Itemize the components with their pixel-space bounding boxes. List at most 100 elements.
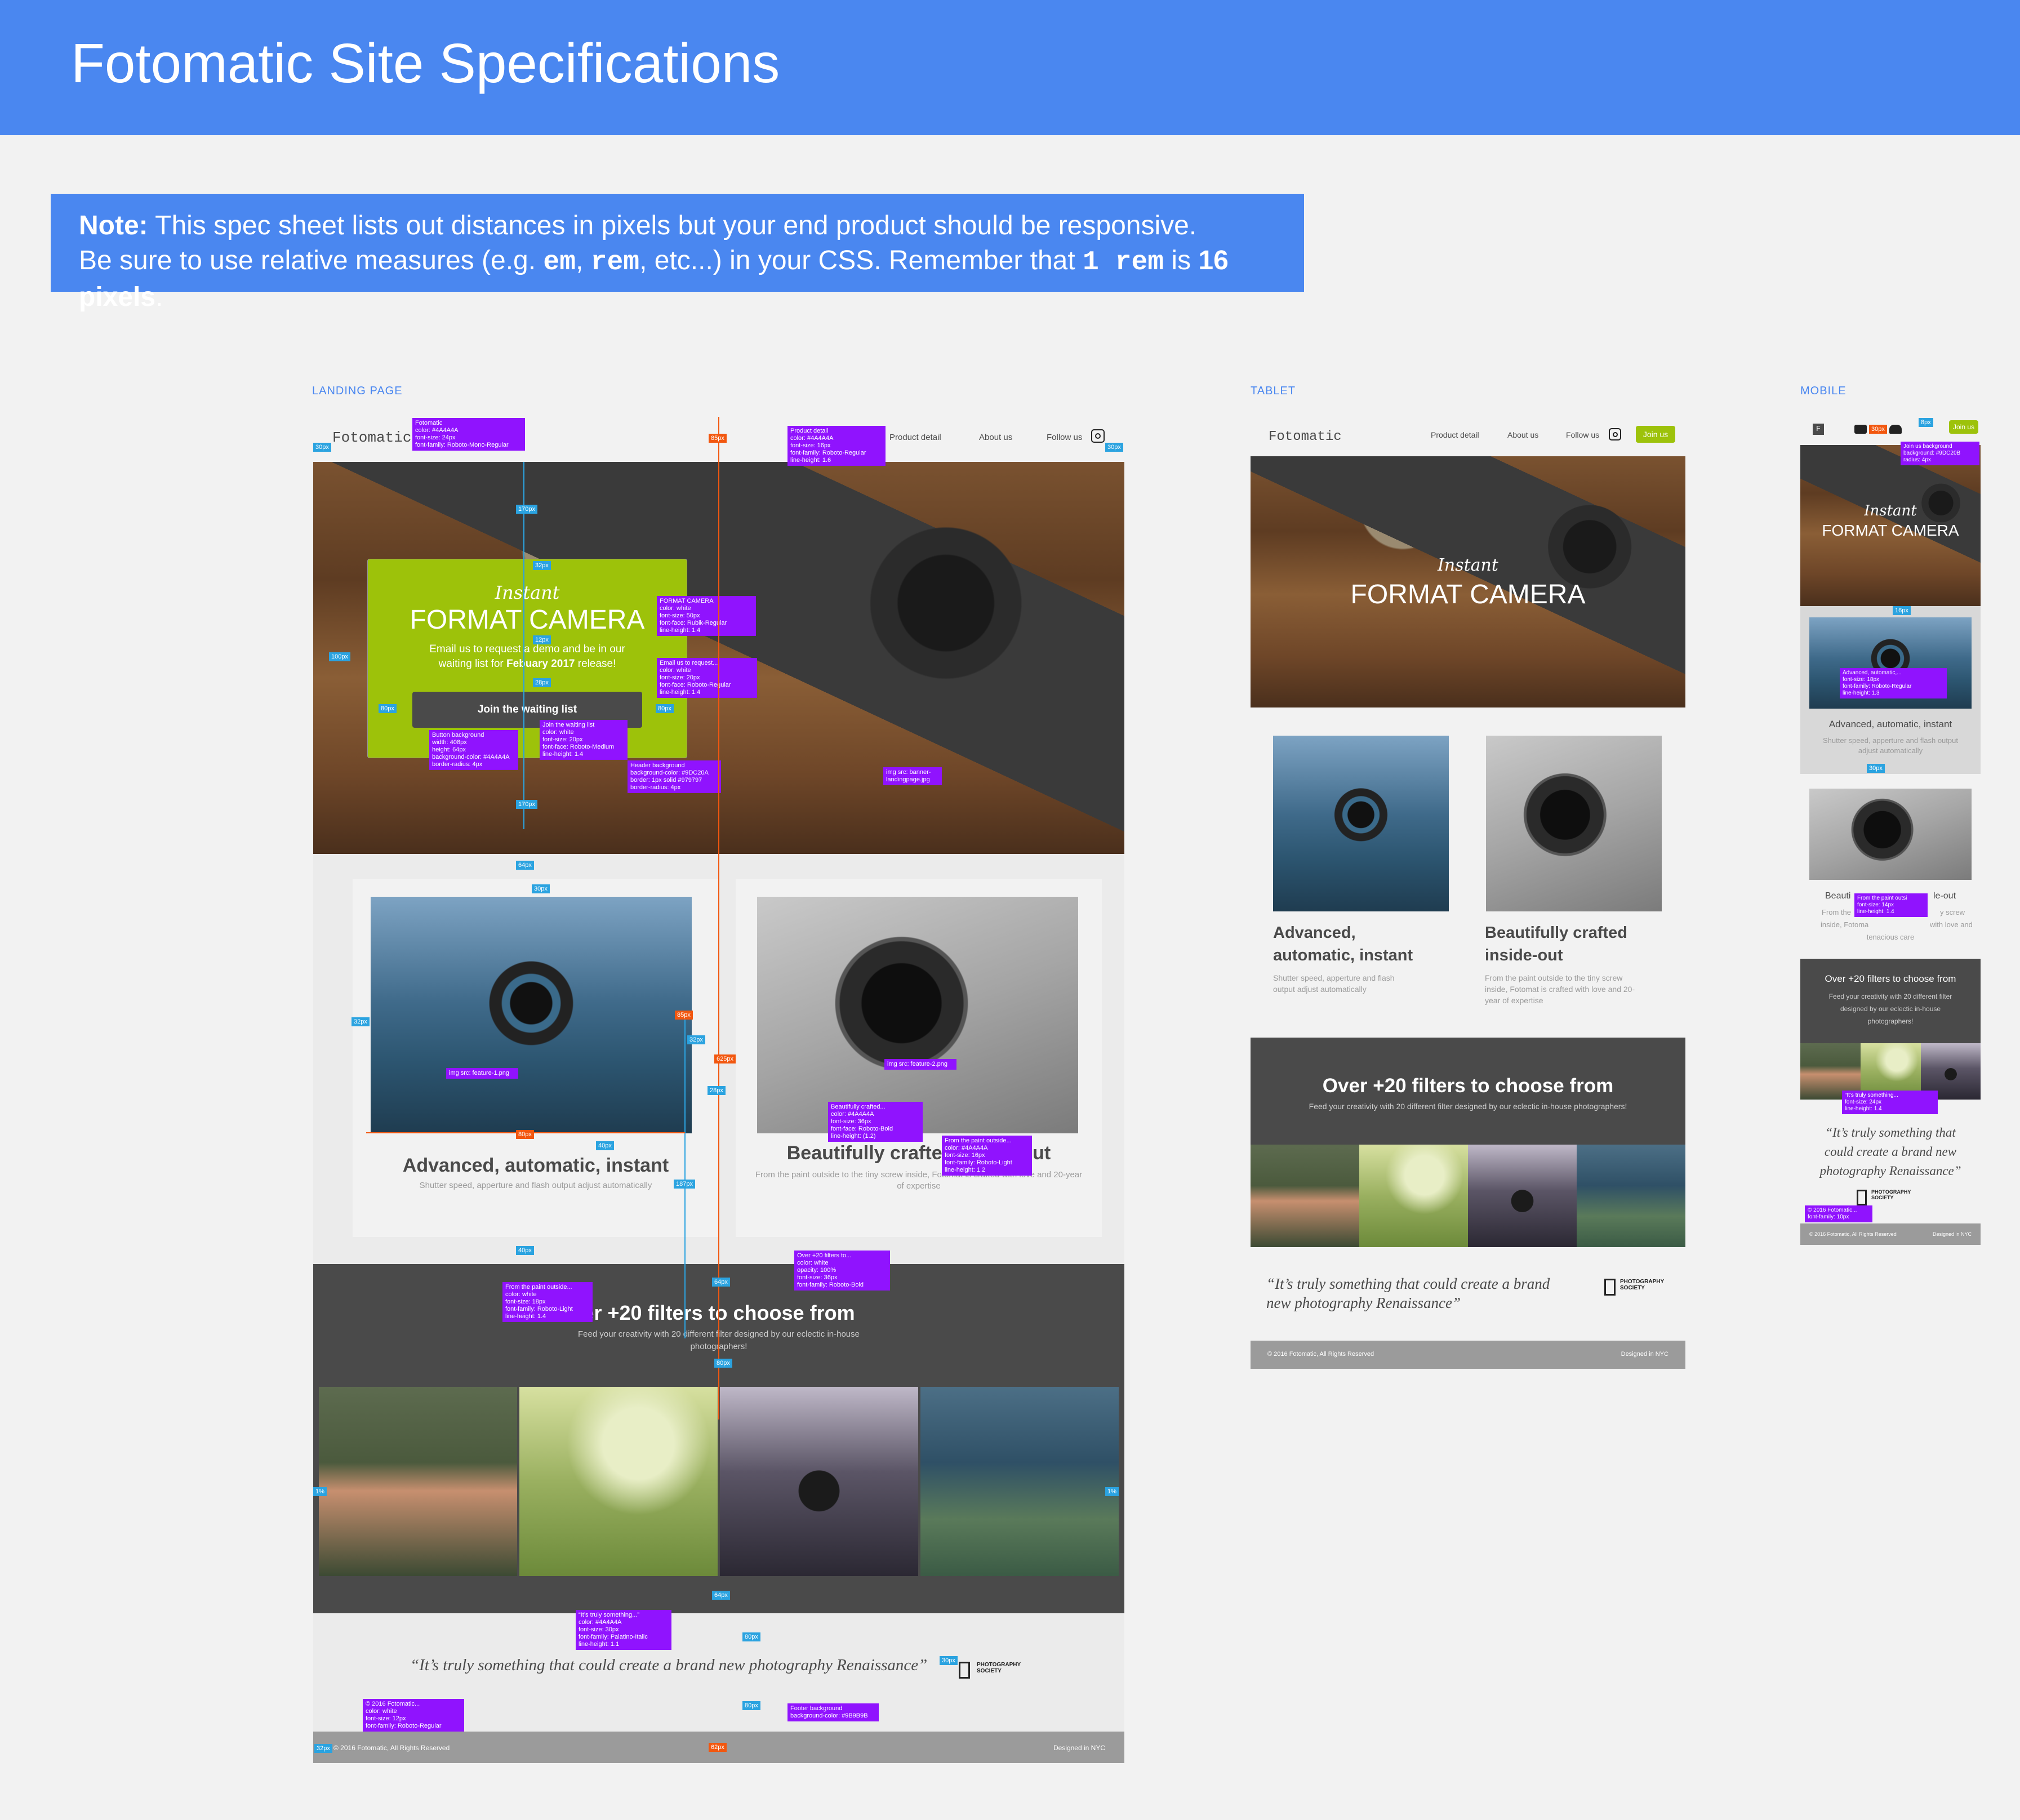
mobile-footer-designed: Designed in NYC bbox=[1932, 1231, 1972, 1237]
badge-100px: 100px bbox=[329, 652, 350, 661]
tablet-nav-follow[interactable]: Follow us bbox=[1566, 430, 1599, 439]
feature-1-image bbox=[371, 897, 692, 1133]
measure-line-hero bbox=[523, 462, 524, 829]
mobile-feature-1-title: Advanced, automatic, instant bbox=[1828, 719, 1952, 729]
badge-80px: 80px bbox=[379, 704, 397, 713]
mobile-quote: “It’s truly something that could create … bbox=[1819, 1125, 1961, 1178]
tablet-feature-1-text: Shutter speed, apperture and flash outpu… bbox=[1273, 973, 1395, 994]
tablet-society-icon bbox=[1604, 1279, 1616, 1296]
mobile-feature-2-text-c: inside, Fotoma bbox=[1821, 920, 1869, 929]
badge-625px: 625px bbox=[714, 1054, 736, 1063]
mobile-filters-subtitle: Feed your creativity with 20 different f… bbox=[1828, 993, 1952, 1025]
annotation-paint-2: From the paint outside... color: white f… bbox=[502, 1282, 593, 1322]
measure-line-center bbox=[718, 417, 719, 1419]
mobile-feature-1-text: Shutter speed, apperture and flash outpu… bbox=[1823, 736, 1958, 755]
badge-85px: 85px bbox=[709, 434, 727, 443]
measure-line-feature bbox=[684, 1012, 686, 1338]
tablet-filters-subtitle: Feed your creativity with 20 different f… bbox=[1309, 1102, 1627, 1111]
feature-1-text: Shutter speed, apperture and flash outpu… bbox=[419, 1181, 652, 1190]
page-title: Fotomatic Site Specifications bbox=[71, 32, 780, 94]
annotation-button: Button background width: 408px height: 6… bbox=[429, 730, 518, 770]
annotation-feature-2-img: img src: feature-2.png bbox=[884, 1059, 956, 1070]
badge-80pct: 80px bbox=[516, 1130, 534, 1139]
badge-28px-feature: 28px bbox=[708, 1086, 726, 1095]
mobile-logo-icon[interactable]: F bbox=[1813, 424, 1824, 435]
tablet-nav-about[interactable]: About us bbox=[1507, 430, 1538, 439]
badge-32px-footer: 32px bbox=[314, 1744, 332, 1753]
annotation-join: Join the waiting list color: white font-… bbox=[540, 720, 628, 760]
mobile-feature-2-title-b: le-out bbox=[1933, 891, 1956, 901]
tablet-filters-title: Over +20 filters to choose from bbox=[1322, 1075, 1614, 1097]
badge-30px-right: 30px bbox=[1105, 443, 1123, 452]
badge-1pct-right: 1% bbox=[1105, 1487, 1119, 1496]
filter-photo-2 bbox=[519, 1387, 718, 1576]
badge-30px-quote: 30px bbox=[940, 1656, 958, 1665]
badge-40px-gap: 40px bbox=[516, 1246, 534, 1255]
instagram-icon[interactable] bbox=[1091, 429, 1105, 443]
tablet-join-us-button[interactable]: Join us bbox=[1636, 426, 1675, 443]
mobile-society-text: PHOTOGRAPHY SOCIETY bbox=[1871, 1189, 1911, 1200]
tablet-hero-title: FORMAT CAMERA bbox=[1350, 580, 1586, 609]
mobile-feature-2-text-a: From the bbox=[1822, 908, 1852, 916]
badge-32px-feature: 32px bbox=[352, 1017, 370, 1026]
tablet-footer-copyright: © 2016 Fotomatic, All Rights Reserved bbox=[1267, 1351, 1374, 1358]
badge-mobile-30px: 30px bbox=[1869, 425, 1887, 434]
annotation-mobile-quote: “It’s truly something... font-size: 24px… bbox=[1842, 1091, 1938, 1114]
mobile-hero-script: Instant bbox=[1864, 502, 1917, 519]
badge-32px: 32px bbox=[533, 561, 551, 570]
annotation-email: Email us to request... color: white font… bbox=[657, 658, 757, 698]
mobile-hero-title: FORMAT CAMERA bbox=[1822, 522, 1959, 539]
feature-card-2: Beautifully crafted inside-out From the … bbox=[736, 879, 1102, 1237]
mobile-people-icon[interactable] bbox=[1889, 425, 1902, 434]
tablet-feature-2-image bbox=[1486, 736, 1662, 911]
tablet-filter-photo-2 bbox=[1359, 1145, 1468, 1247]
note-line-1: Note: This spec sheet lists out distance… bbox=[79, 211, 1197, 241]
mobile-feature-2-text-e: tenacious care bbox=[1866, 933, 1915, 941]
mobile-camera-icon[interactable] bbox=[1854, 425, 1867, 434]
badge-30px-feature: 30px bbox=[532, 884, 550, 893]
badge-64px-bottom: 64px bbox=[712, 1591, 730, 1600]
annotation-banner-img: img src: banner- landingpage.jpg bbox=[883, 767, 942, 785]
tablet-hero-script: Instant bbox=[1438, 555, 1498, 575]
photography-society-text: PHOTOGRAPHY SOCIETY bbox=[977, 1662, 1021, 1674]
nav-follow-us[interactable]: Follow us bbox=[1047, 433, 1082, 442]
feature-2-title: Beautifully crafted inside-out bbox=[786, 1142, 1051, 1164]
nav-product-detail[interactable]: Product detail bbox=[889, 433, 941, 442]
annotation-mobile-advanced: Advanced, automatic,... font-size: 18px … bbox=[1840, 668, 1947, 698]
mobile-footer: © 2016 Fotomatic, All Rights Reserved De… bbox=[1800, 1223, 1981, 1245]
footer-designed: Designed in NYC bbox=[1053, 1744, 1105, 1752]
filter-photo-1 bbox=[319, 1387, 517, 1576]
section-label-landing: LANDING PAGE bbox=[312, 385, 403, 397]
annotation-beautifully: Beautifully crafted... color: #4A4A4A fo… bbox=[828, 1102, 923, 1142]
section-label-tablet: TABLET bbox=[1251, 385, 1296, 397]
tablet-nav-product[interactable]: Product detail bbox=[1431, 430, 1479, 439]
tablet-logo[interactable]: Fotomatic bbox=[1269, 429, 1342, 444]
badge-64px: 64px bbox=[516, 861, 534, 870]
tablet-instagram-icon[interactable] bbox=[1609, 428, 1621, 440]
hero-body-1: Email us to request a demo and be in our bbox=[429, 643, 625, 655]
badge-170px: 170px bbox=[516, 505, 537, 514]
note-box: Note: This spec sheet lists out distance… bbox=[51, 194, 1304, 312]
hero-body-2: waiting list for Febuary 2017 release! bbox=[438, 658, 616, 670]
nav-about-us[interactable]: About us bbox=[979, 433, 1012, 442]
badge-80px-filters: 80px bbox=[714, 1359, 732, 1368]
landing-logo[interactable]: Fotomatic bbox=[332, 429, 411, 446]
badge-64px-filters: 64px bbox=[712, 1278, 730, 1287]
mobile-filters-title: Over +20 filters to choose from bbox=[1825, 973, 1956, 984]
annotation-mobile-join: Join us background background: #9DC20B r… bbox=[1901, 442, 1979, 465]
mobile-mock: F Join us Instant FORMAT CAMERA Advanced… bbox=[1800, 417, 1981, 1245]
annotation-product-detail: Product detail color: #4A4A4A font-size:… bbox=[787, 426, 886, 466]
mobile-join-us-button[interactable]: Join us bbox=[1949, 420, 1978, 434]
badge-32px-gap: 32px bbox=[687, 1035, 705, 1044]
mobile-feature-2-text-b: y screw bbox=[1940, 908, 1965, 916]
badge-80px-quote: 80px bbox=[742, 1632, 760, 1641]
badge-170px-bottom: 170px bbox=[516, 800, 537, 809]
tablet-footer: © 2016 Fotomatic, All Rights Reserved De… bbox=[1251, 1341, 1685, 1369]
badge-85pct: 85px bbox=[675, 1011, 693, 1020]
annotation-format-camera: FORMAT CAMERA color: white font-size: 50… bbox=[657, 596, 756, 636]
tablet-society-text: PHOTOGRAPHY SOCIETY bbox=[1620, 1279, 1665, 1291]
tablet-hero: Instant FORMAT CAMERA bbox=[1251, 456, 1685, 707]
tablet-feature-2-title: Beautifully crafted inside-out bbox=[1485, 924, 1627, 964]
tablet-filters: Over +20 filters to choose from Feed you… bbox=[1251, 1038, 1685, 1247]
mobile-filters: Over +20 filters to choose from Feed you… bbox=[1800, 959, 1981, 1100]
